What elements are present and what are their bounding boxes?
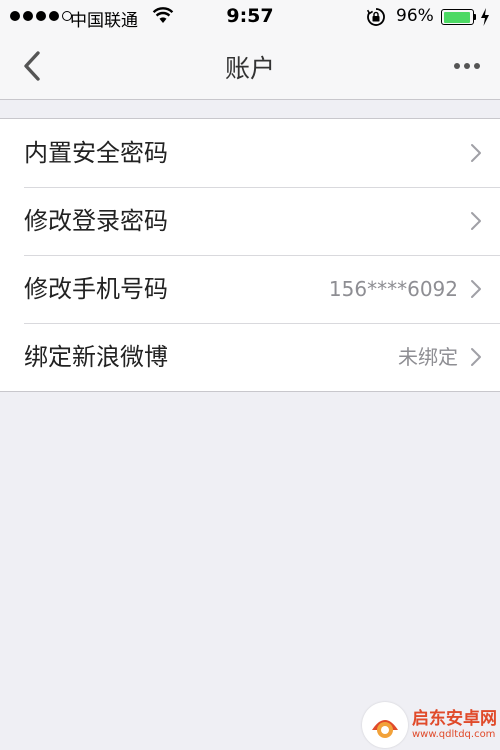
more-dot (464, 63, 470, 69)
chevron-right-icon (471, 144, 481, 162)
phone-number-value: 156****6092 (328, 277, 458, 301)
row-change-login-password[interactable]: 修改登录密码 (0, 187, 500, 255)
more-options-button[interactable] (448, 51, 486, 81)
battery-icon (441, 9, 474, 25)
row-bind-sina-weibo[interactable]: 绑定新浪微博 未绑定 (0, 323, 500, 391)
watermark-url: www.qdltdq.com (412, 728, 496, 740)
battery-level (443, 11, 471, 23)
status-bar: 中国联通 9:57 96% (0, 0, 500, 34)
charging-icon (480, 8, 490, 30)
row-change-phone-number[interactable]: 修改手机号码 156****6092 (0, 255, 500, 323)
site-watermark: 启东安卓网 www.qdltdq.com (362, 700, 500, 750)
rotation-lock-icon (366, 7, 386, 31)
row-label: 修改登录密码 (24, 207, 168, 235)
battery-tip (474, 14, 476, 20)
row-builtin-security-password[interactable]: 内置安全密码 (0, 119, 500, 187)
more-dot (454, 63, 460, 69)
watermark-title: 启东安卓网 (412, 709, 497, 730)
chevron-right-icon (471, 348, 481, 366)
battery-percent: 96% (396, 6, 434, 26)
row-label: 绑定新浪微博 (24, 343, 168, 371)
chevron-right-icon (471, 212, 481, 230)
account-settings-list: 内置安全密码 修改登录密码 修改手机号码 156****6092 绑定新浪微博 … (0, 118, 500, 392)
chevron-right-icon (471, 280, 481, 298)
more-dot (474, 63, 480, 69)
navigation-bar: 账户 (0, 34, 500, 100)
row-label: 内置安全密码 (24, 139, 168, 167)
watermark-logo-icon (362, 702, 408, 748)
weibo-binding-status: 未绑定 (398, 345, 458, 369)
row-label: 修改手机号码 (24, 275, 168, 303)
page-title: 账户 (224, 54, 275, 83)
